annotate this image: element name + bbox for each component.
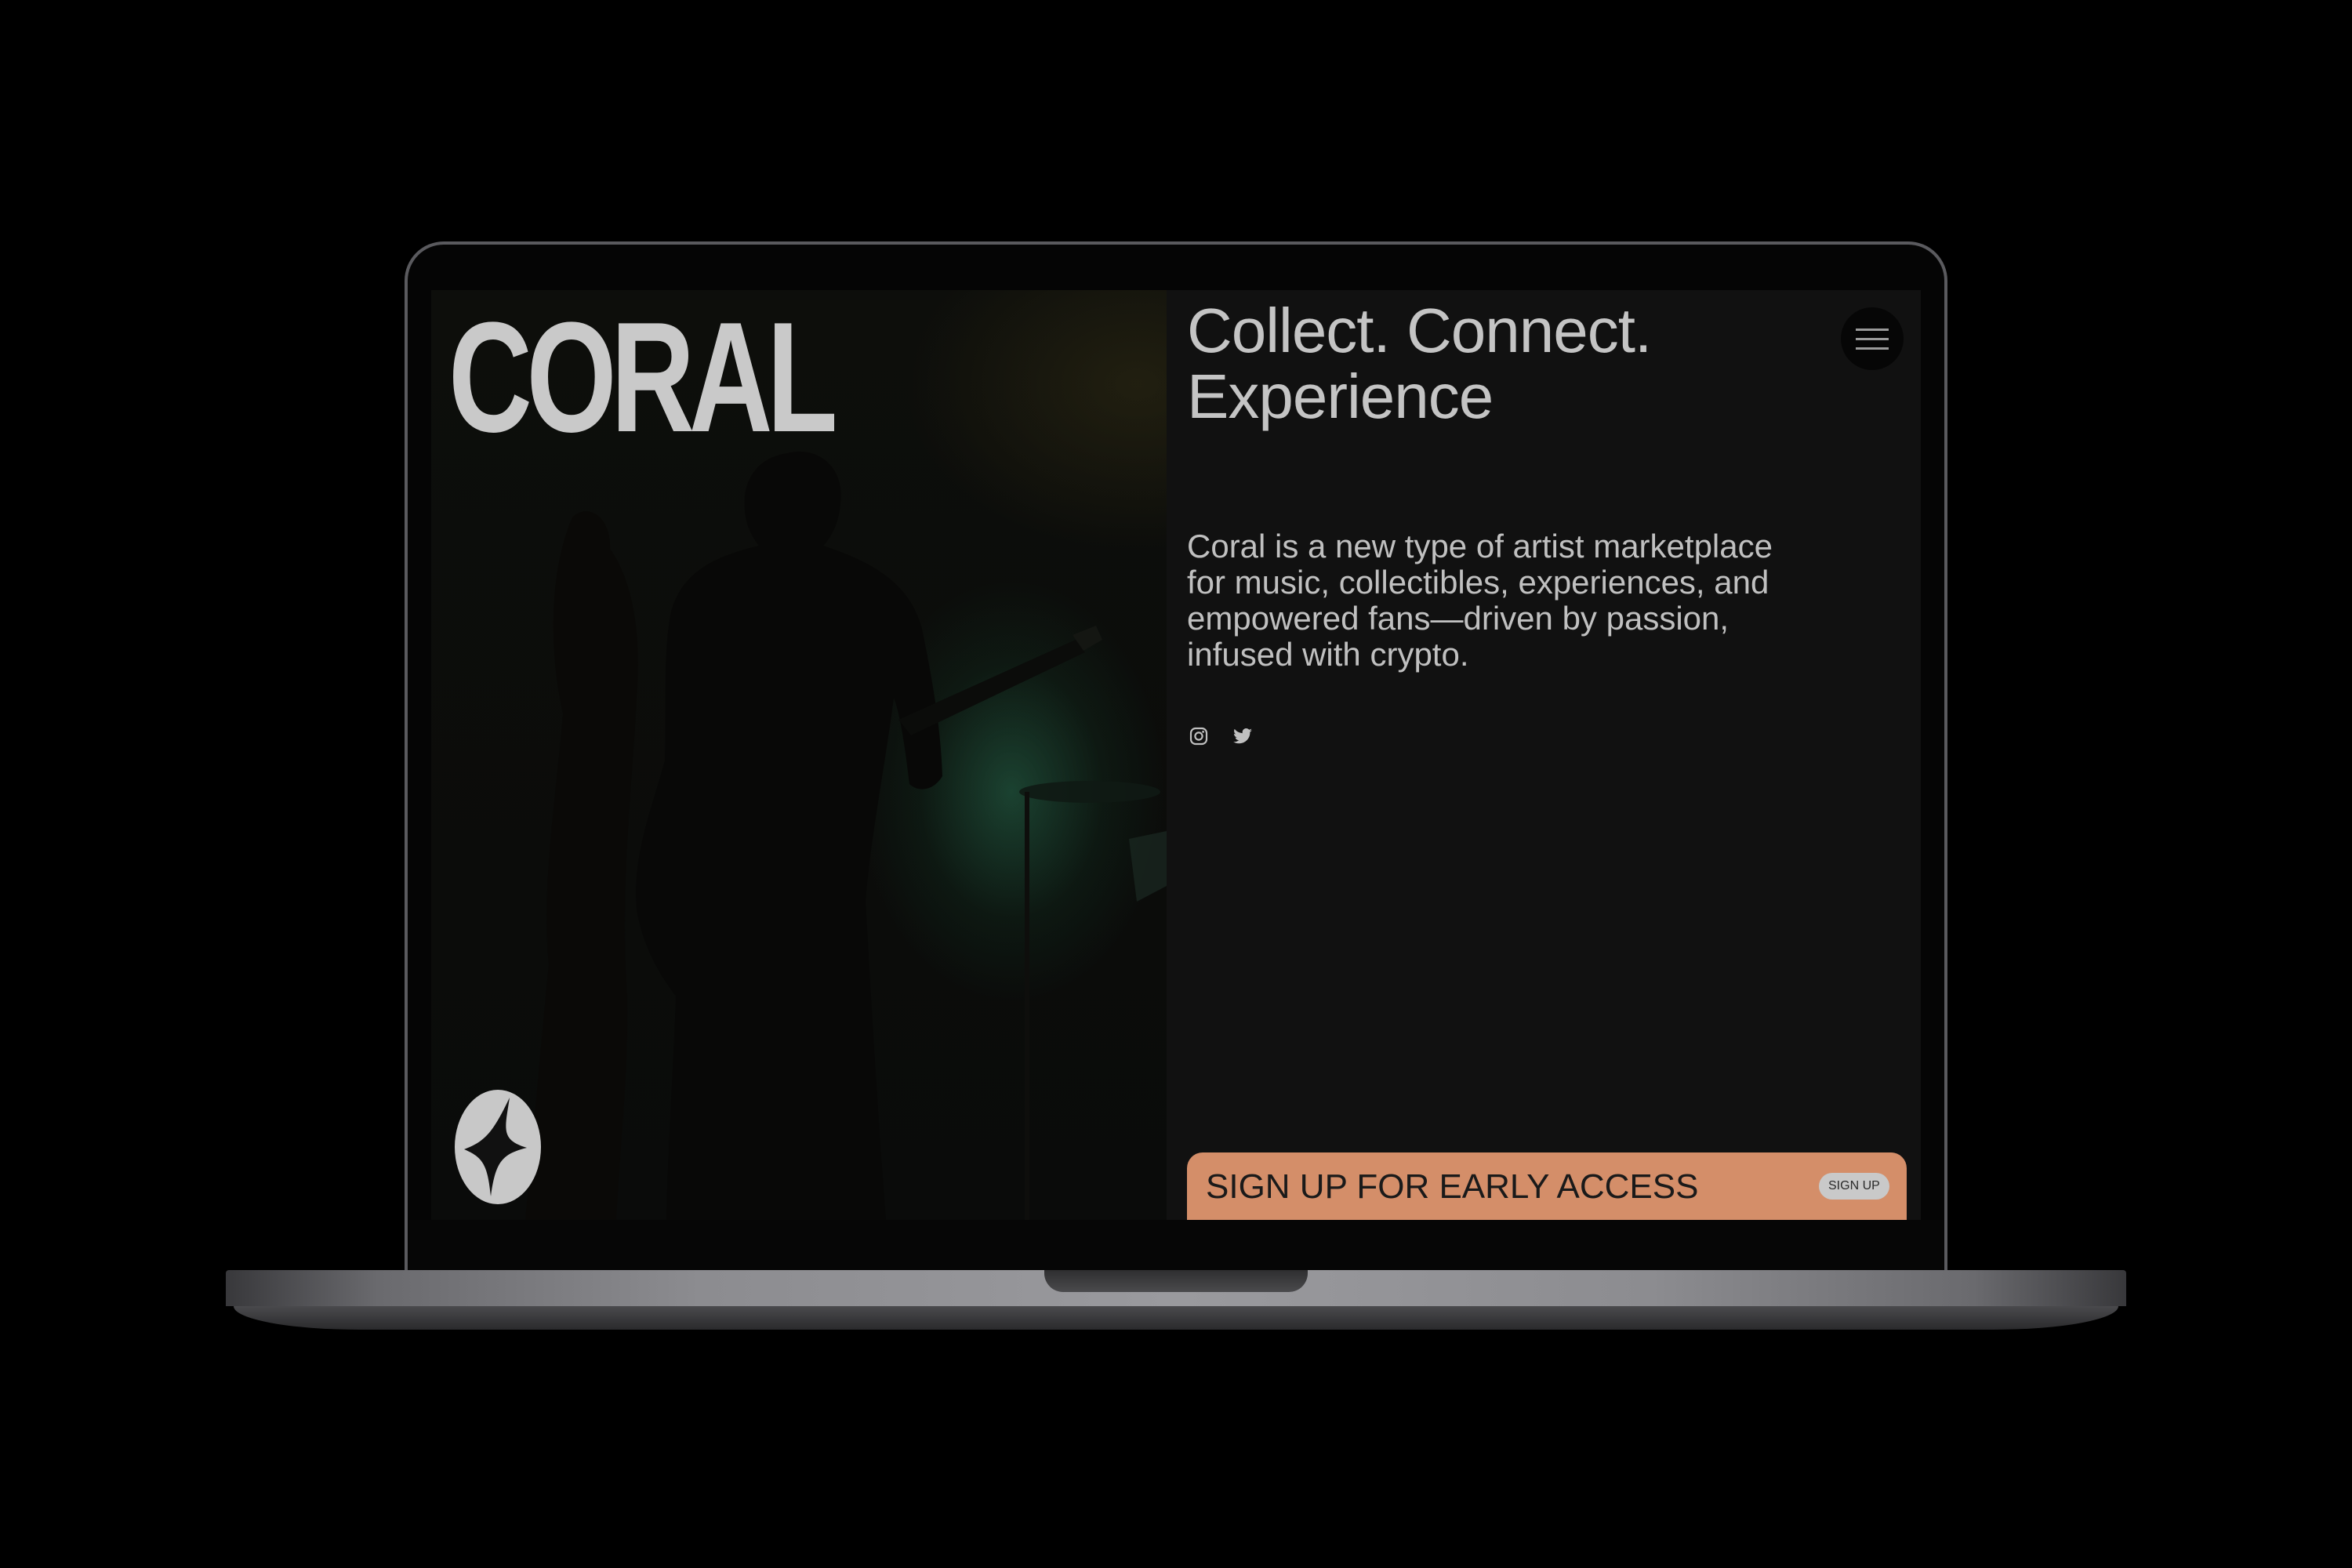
coral-wordmark[interactable]: CORAL — [448, 299, 838, 456]
laptop-base-underside — [234, 1306, 2118, 1330]
hero-image: CORAL — [431, 290, 1167, 1220]
social-links — [1189, 726, 1254, 746]
page-headline: Collect. Connect. Experience — [1187, 296, 1652, 431]
laptop-mockup-scene: CORAL Collect. Connect. Experience Coral… — [0, 0, 2352, 1568]
hamburger-menu-icon[interactable] — [1841, 307, 1904, 370]
menu-line — [1856, 328, 1889, 331]
laptop-hinge-notch — [1044, 1270, 1308, 1292]
sparkle-badge-icon[interactable] — [455, 1090, 541, 1204]
menu-line — [1856, 347, 1889, 350]
twitter-icon[interactable] — [1231, 726, 1254, 746]
laptop-screen-chin — [409, 1220, 1943, 1272]
instagram-icon[interactable] — [1189, 726, 1209, 746]
intro-description: Coral is a new type of artist marketplac… — [1187, 528, 1773, 673]
laptop-screen: CORAL Collect. Connect. Experience Coral… — [431, 290, 1921, 1220]
content-panel: Collect. Connect. Experience Coral is a … — [1167, 290, 1921, 1220]
early-access-label: SIGN UP FOR EARLY ACCESS — [1206, 1167, 1699, 1206]
early-access-banner[interactable]: SIGN UP FOR EARLY ACCESS SIGN UP — [1187, 1152, 1907, 1220]
menu-line — [1856, 337, 1889, 340]
sign-up-button[interactable]: SIGN UP — [1819, 1173, 1889, 1200]
